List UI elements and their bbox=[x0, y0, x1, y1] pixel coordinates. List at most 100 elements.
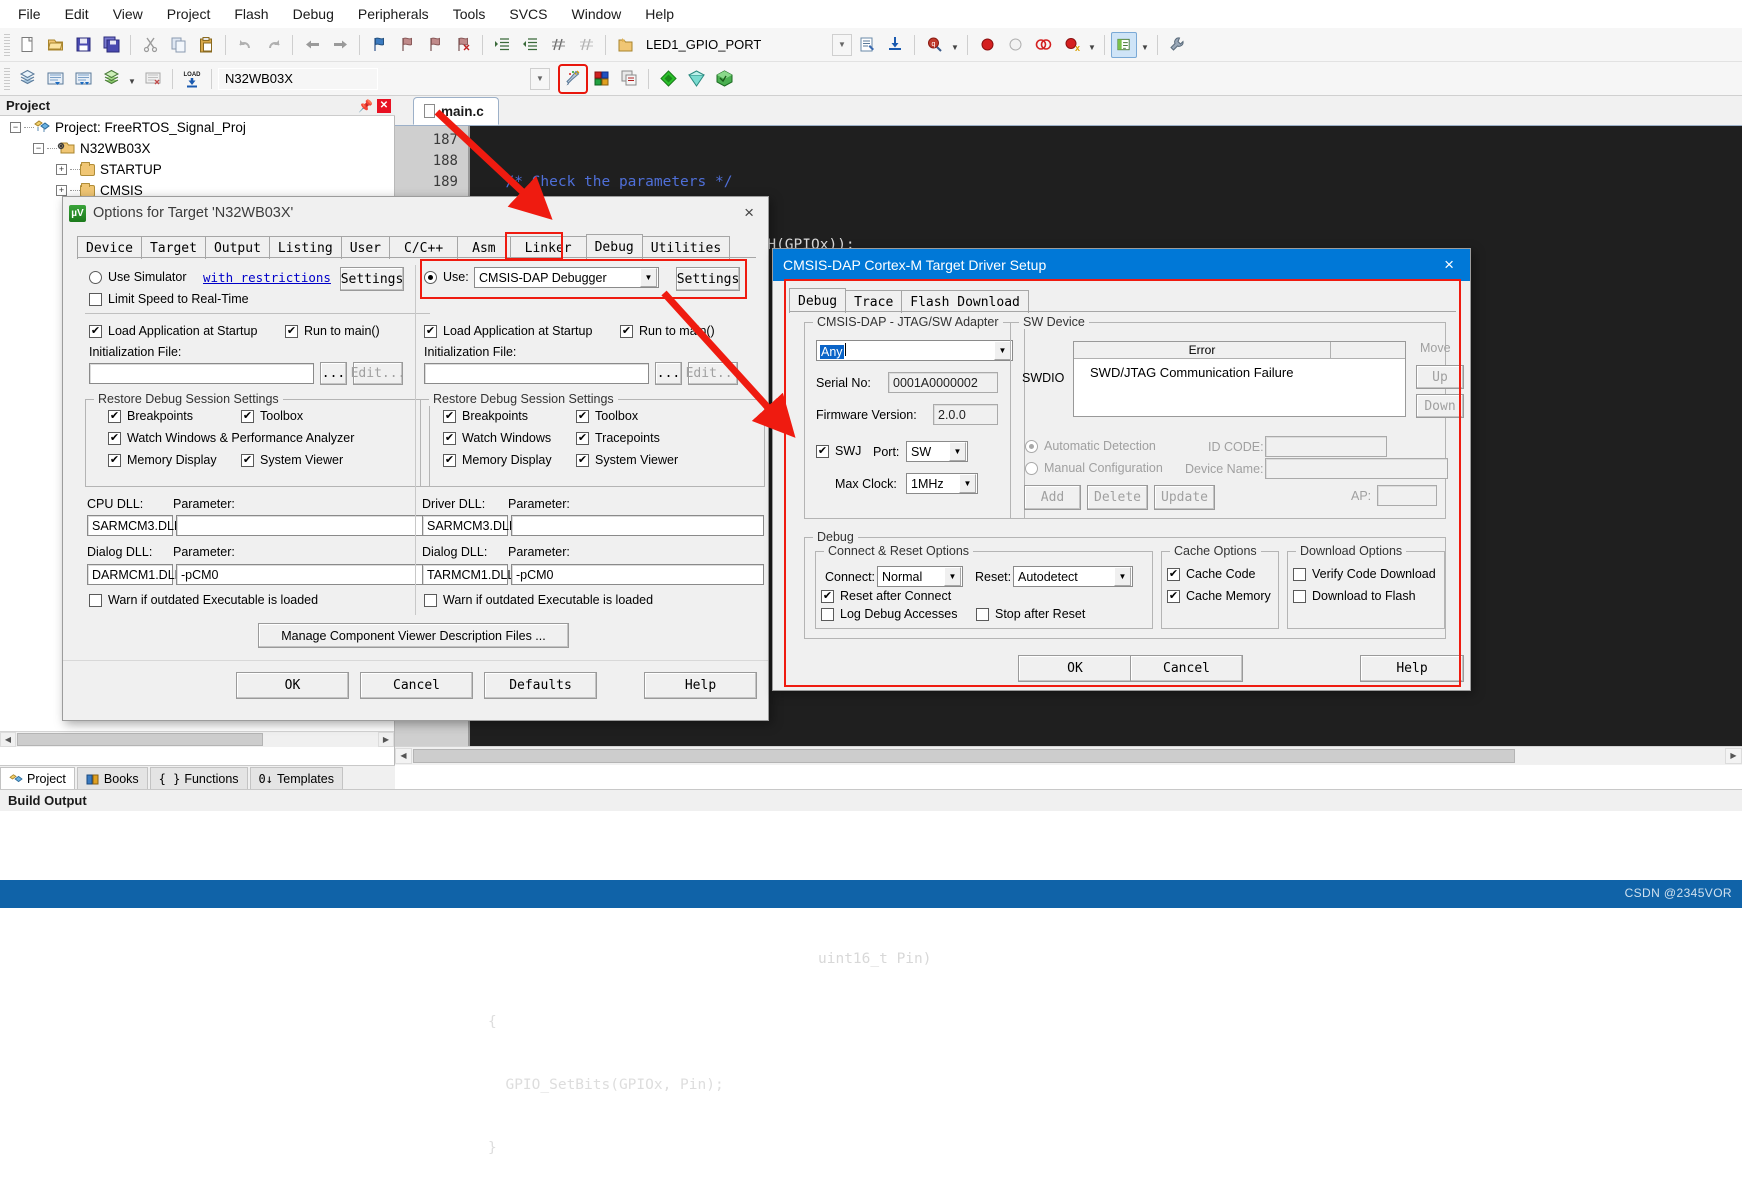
manage-rte-icon[interactable] bbox=[683, 66, 709, 92]
tab-device[interactable]: Device bbox=[77, 236, 142, 259]
tab-linker[interactable]: Linker bbox=[509, 236, 587, 259]
tab-utilities[interactable]: Utilities bbox=[641, 236, 731, 259]
left-restore-watch-windows[interactable]: ✔ Watch Windows & Performance Analyzer bbox=[108, 431, 354, 445]
menu-item-peripherals[interactable]: Peripherals bbox=[346, 2, 441, 26]
use-debugger-radio[interactable]: Use: bbox=[424, 270, 469, 284]
menu-item-edit[interactable]: Edit bbox=[53, 2, 101, 26]
chevron-down-icon[interactable]: ▼ bbox=[959, 474, 976, 493]
manage-component-viewer-button[interactable]: Manage Component Viewer Description File… bbox=[258, 623, 569, 648]
chevron-down-icon[interactable]: ▼ bbox=[944, 567, 961, 586]
debugger-settings-button[interactable]: Settings bbox=[676, 267, 740, 291]
menu-item-svcs[interactable]: SVCS bbox=[497, 2, 559, 26]
left-load-app-checkbox[interactable]: ✔ Load Application at Startup bbox=[89, 324, 257, 338]
use-simulator-radio[interactable]: Use Simulator bbox=[89, 270, 187, 284]
left-restore-breakpoints[interactable]: ✔ Breakpoints bbox=[108, 409, 193, 423]
right-dialog-dll-input[interactable]: TARMCM1.DLL bbox=[422, 564, 514, 585]
cpu-parameter-input[interactable] bbox=[176, 515, 429, 536]
manage-multi-project-icon[interactable] bbox=[616, 66, 642, 92]
target-combo[interactable]: N32WB03X bbox=[218, 67, 378, 90]
left-restore-memory-display[interactable]: ✔ Memory Display bbox=[108, 453, 217, 467]
scrollbar-thumb[interactable] bbox=[413, 748, 1515, 763]
tab-debug[interactable]: Debug bbox=[585, 234, 643, 259]
id-code-input[interactable] bbox=[1265, 436, 1387, 457]
port-select[interactable]: SW ▼ bbox=[906, 441, 968, 462]
verify-code-download-checkbox[interactable]: Verify Code Download bbox=[1293, 567, 1436, 581]
menu-item-file[interactable]: File bbox=[6, 2, 53, 26]
right-restore-tracepoints[interactable]: ✔ Tracepoints bbox=[576, 431, 660, 445]
left-warn-outdated-checkbox[interactable]: Warn if outdated Executable is loaded bbox=[89, 593, 318, 607]
options-cancel-button[interactable]: Cancel bbox=[360, 672, 473, 699]
target-options-icon[interactable] bbox=[854, 32, 880, 58]
move-up-button[interactable]: Up bbox=[1416, 365, 1464, 389]
scroll-left-icon[interactable]: ◀ bbox=[395, 747, 412, 764]
new-file-icon[interactable] bbox=[14, 32, 40, 58]
max-clock-select[interactable]: 1MHz ▼ bbox=[906, 473, 978, 494]
right-restore-breakpoints[interactable]: ✔ Breakpoints bbox=[443, 409, 528, 423]
clear-bookmarks-icon[interactable] bbox=[450, 32, 476, 58]
pack-installer-icon[interactable] bbox=[655, 66, 681, 92]
ap-input[interactable] bbox=[1377, 485, 1437, 506]
target-combo-chevron-down-icon[interactable]: ▼ bbox=[530, 67, 550, 90]
save-icon[interactable] bbox=[70, 32, 96, 58]
options-ok-button[interactable]: OK bbox=[236, 672, 349, 699]
connect-select[interactable]: Normal ▼ bbox=[877, 566, 963, 587]
expander-icon[interactable]: + bbox=[56, 164, 67, 175]
automatic-detection-radio[interactable]: Automatic Detection bbox=[1025, 439, 1156, 453]
tab-user[interactable]: User bbox=[340, 236, 391, 259]
cut-icon[interactable] bbox=[137, 32, 163, 58]
insert-breakpoint-icon[interactable] bbox=[974, 32, 1000, 58]
simulator-settings-button[interactable]: Settings bbox=[340, 267, 404, 291]
batch-combo[interactable]: LED1_GPIO_PORT bbox=[640, 33, 830, 56]
cmsis-help-button[interactable]: Help bbox=[1360, 655, 1464, 682]
scroll-left-icon[interactable]: ◀ bbox=[0, 732, 16, 747]
cpu-dll-input[interactable]: SARMCM3.DLL bbox=[87, 515, 181, 536]
reset-after-connect-checkbox[interactable]: ✔ Reset after Connect bbox=[821, 589, 951, 603]
left-run-to-main-checkbox[interactable]: ✔ Run to main() bbox=[285, 324, 380, 338]
pin-icon[interactable]: 📌 bbox=[358, 99, 373, 113]
tree-item-project[interactable]: − Project: FreeRTOS_Signal_Proj bbox=[0, 117, 394, 138]
load-icon[interactable]: LOAD bbox=[179, 66, 205, 92]
tree-item-target[interactable]: − N32WB03X bbox=[0, 138, 394, 159]
tab-flash-download[interactable]: Flash Download bbox=[901, 290, 1029, 313]
debugger-select[interactable]: CMSIS-DAP Debugger ▼ bbox=[474, 267, 659, 288]
menu-item-flash[interactable]: Flash bbox=[222, 2, 280, 26]
right-restore-system-viewer[interactable]: ✔ System Viewer bbox=[576, 453, 678, 467]
batch-combo-chevron-down-icon[interactable]: ▼ bbox=[832, 33, 852, 56]
adapter-select[interactable]: Any ▼ bbox=[816, 340, 1013, 361]
batch-build-stack-icon[interactable] bbox=[98, 66, 124, 92]
stop-build-icon[interactable] bbox=[140, 66, 166, 92]
menu-item-debug[interactable]: Debug bbox=[281, 2, 346, 26]
build-icon[interactable] bbox=[42, 66, 68, 92]
save-all-icon[interactable] bbox=[98, 32, 124, 58]
chevron-down-icon[interactable]: ▼ bbox=[994, 341, 1011, 360]
tab-listing[interactable]: Listing bbox=[268, 236, 342, 259]
swj-checkbox[interactable]: ✔ SWJ bbox=[816, 444, 861, 458]
scroll-right-icon[interactable]: ▶ bbox=[378, 732, 394, 747]
limit-speed-checkbox[interactable]: Limit Speed to Real-Time bbox=[89, 292, 249, 306]
right-restore-toolbox[interactable]: ✔ Toolbox bbox=[576, 409, 638, 423]
comment-icon[interactable] bbox=[545, 32, 571, 58]
tab-project[interactable]: Project bbox=[0, 767, 75, 789]
driver-dll-input[interactable]: SARMCM3.DLL bbox=[422, 515, 516, 536]
options-for-target-icon[interactable] bbox=[558, 63, 588, 94]
paste-icon[interactable] bbox=[193, 32, 219, 58]
right-init-file-input[interactable] bbox=[424, 363, 649, 384]
driver-parameter-input[interactable] bbox=[511, 515, 764, 536]
left-edit-button[interactable]: Edit... bbox=[351, 362, 405, 385]
close-icon[interactable]: × bbox=[736, 203, 762, 223]
cmsis-ok-button[interactable]: OK bbox=[1018, 655, 1132, 682]
log-debug-accesses-checkbox[interactable]: Log Debug Accesses bbox=[821, 607, 957, 621]
options-defaults-button[interactable]: Defaults bbox=[484, 672, 597, 699]
tab-debug[interactable]: Debug bbox=[789, 288, 847, 313]
close-icon[interactable]: × bbox=[1434, 255, 1464, 275]
reset-select[interactable]: Autodetect ▼ bbox=[1013, 566, 1133, 587]
chevron-down-icon[interactable]: ▼ bbox=[1114, 567, 1131, 586]
find-in-files-icon[interactable]: q bbox=[921, 32, 947, 58]
manual-configuration-radio[interactable]: Manual Configuration bbox=[1025, 461, 1163, 475]
bookmark-icon[interactable] bbox=[366, 32, 392, 58]
cache-code-checkbox[interactable]: ✔ Cache Code bbox=[1167, 567, 1256, 581]
scrollbar-thumb[interactable] bbox=[17, 733, 263, 746]
toolbar-grip[interactable] bbox=[4, 33, 10, 56]
left-restore-system-viewer[interactable]: ✔ System Viewer bbox=[241, 453, 343, 467]
expander-icon[interactable]: − bbox=[33, 143, 44, 154]
